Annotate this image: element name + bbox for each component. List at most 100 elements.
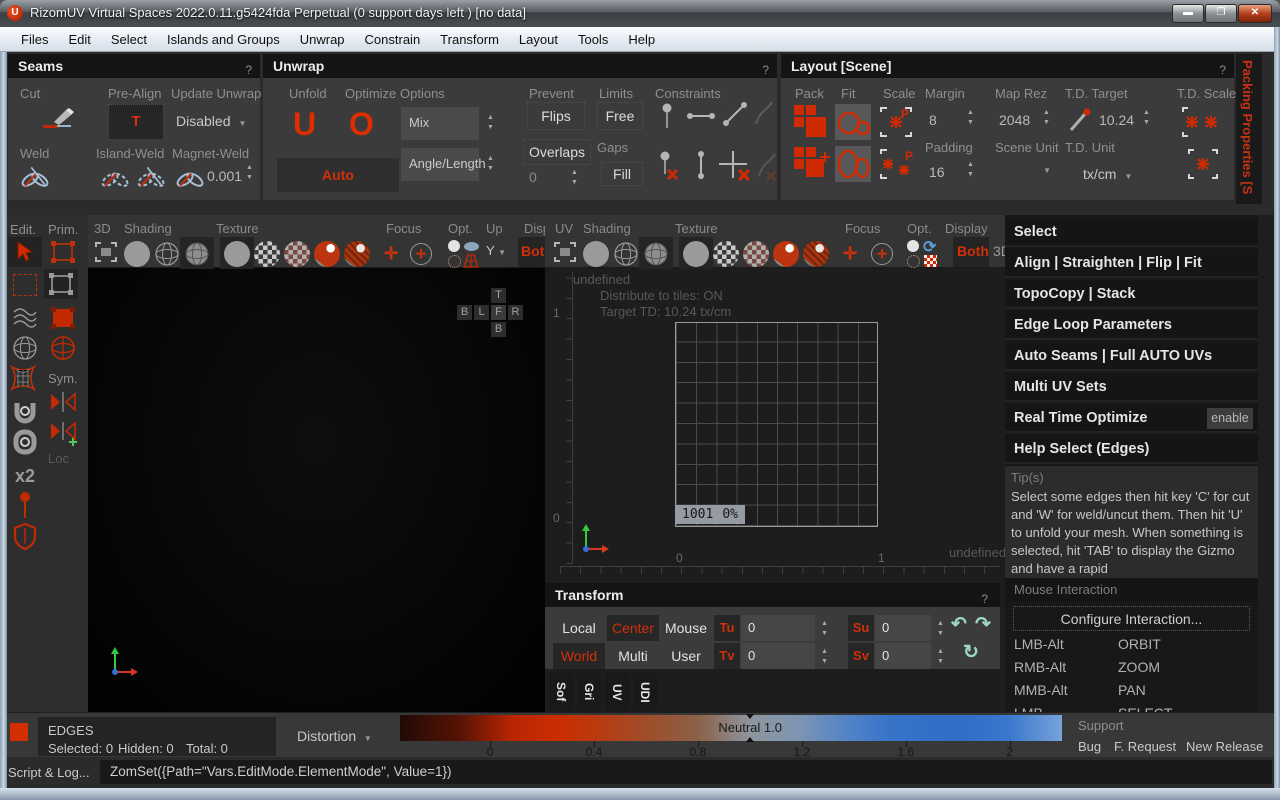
- td-scale-alt-icon[interactable]: [1185, 146, 1221, 182]
- shading-flat-icon[interactable]: [124, 241, 150, 267]
- maximize-view-icon[interactable]: [553, 241, 577, 263]
- diagonal-constraint-icon[interactable]: [719, 98, 751, 130]
- dotted-sphere-icon[interactable]: [907, 255, 920, 268]
- overlaps-spinner[interactable]: ▲▼: [571, 169, 578, 186]
- flips-button[interactable]: Flips: [527, 102, 585, 130]
- viewcube-right[interactable]: R: [508, 305, 523, 320]
- weld-scissors-icon[interactable]: [18, 160, 52, 192]
- section-select[interactable]: Select: [1005, 218, 1258, 247]
- viewport-uv[interactable]: UV Shading Texture Focus Opt. Display ✛ …: [545, 215, 1005, 712]
- map-rez-value[interactable]: 2048: [999, 112, 1030, 128]
- edge-constraint-icon[interactable]: [685, 100, 717, 132]
- sv-input[interactable]: 0: [875, 643, 931, 669]
- redo-icon[interactable]: ↷: [975, 613, 991, 636]
- sync-icon[interactable]: ⟳: [923, 237, 936, 257]
- prim-filled-rect-tool[interactable]: [46, 303, 80, 333]
- undo-icon[interactable]: ↶: [951, 613, 967, 636]
- su-spinner[interactable]: ▲▼: [937, 620, 944, 637]
- new-release-link[interactable]: New Release: [1186, 739, 1263, 754]
- magnet-weld-value[interactable]: 0.001: [207, 168, 242, 184]
- hook-constraint-icon[interactable]: [751, 98, 777, 130]
- section-topocopy-stack[interactable]: TopoCopy | Stack: [1005, 280, 1258, 309]
- td-picker-icon[interactable]: [1067, 106, 1093, 134]
- map-rez-spinner[interactable]: ▲▼: [1043, 109, 1050, 126]
- sv-chip[interactable]: Sv: [848, 643, 874, 669]
- viewcube-bottom[interactable]: B: [491, 322, 506, 337]
- distortion-dropdown[interactable]: Distortion ▼: [297, 728, 372, 744]
- packing-properties-tab[interactable]: Packing Properties [S: [1236, 54, 1262, 204]
- cut-knife-icon[interactable]: [38, 106, 78, 134]
- clamp-open-tool[interactable]: [8, 397, 42, 427]
- margin-value[interactable]: 8: [929, 112, 937, 128]
- red-checker-icon[interactable]: [924, 255, 937, 267]
- mode-color-swatch[interactable]: [10, 723, 28, 741]
- island-weld-icon[interactable]: [98, 160, 132, 192]
- texture-image-icon[interactable]: [773, 241, 799, 267]
- viewcube-left[interactable]: L: [474, 305, 489, 320]
- symmetry-local-tool[interactable]: [46, 419, 80, 449]
- pivot-mouse-button[interactable]: Mouse: [660, 615, 712, 641]
- bug-link[interactable]: Bug: [1078, 739, 1101, 754]
- mix-select[interactable]: Mix: [401, 107, 479, 140]
- udim-tile-grid[interactable]: [675, 322, 878, 527]
- light-icon[interactable]: [907, 240, 919, 252]
- menu-transform[interactable]: Transform: [431, 30, 508, 49]
- pre-align-button[interactable]: T: [108, 104, 164, 140]
- magnet-weld-spinner[interactable]: ▲▼: [246, 164, 253, 181]
- help-icon[interactable]: ?: [762, 58, 769, 82]
- pack-button-icon[interactable]: [793, 104, 827, 138]
- prim-rect-outline-tool[interactable]: [46, 237, 80, 267]
- configure-interaction-button[interactable]: Configure Interaction...: [1013, 606, 1250, 631]
- tu-input[interactable]: 0: [741, 615, 815, 641]
- menu-constrain[interactable]: Constrain: [356, 30, 430, 49]
- texture-none-icon[interactable]: [683, 241, 709, 267]
- marquee-select-tool[interactable]: [8, 270, 42, 300]
- viewcube-back[interactable]: B: [457, 305, 472, 320]
- texture-checker-icon[interactable]: [254, 241, 280, 267]
- maximize-button[interactable]: ❐: [1205, 4, 1237, 23]
- feature-request-link[interactable]: F. Request: [1114, 739, 1176, 754]
- viewcube-front[interactable]: F: [491, 305, 506, 320]
- dotted-sphere-icon[interactable]: [448, 255, 461, 268]
- distortion-colormap[interactable]: Neutral 1.0: [400, 715, 1062, 741]
- fill-button[interactable]: Fill: [601, 162, 643, 186]
- help-icon[interactable]: ?: [1219, 58, 1226, 82]
- script-command-input[interactable]: ZomSet({Path="Vars.EditMode.ElementMode"…: [100, 760, 1272, 784]
- double-tool[interactable]: x2: [8, 461, 42, 491]
- display-mode-value[interactable]: Both: [957, 243, 989, 259]
- menu-edit[interactable]: Edit: [59, 30, 99, 49]
- section-multi-uv-sets[interactable]: Multi UV Sets: [1005, 373, 1258, 402]
- unwrap-panel-header[interactable]: Unwrap?: [263, 54, 777, 78]
- fit-circles-icon[interactable]: [835, 104, 871, 140]
- clamp-closed-tool[interactable]: [8, 427, 42, 457]
- display-mode-value[interactable]: Both: [521, 243, 545, 259]
- focus-all-icon[interactable]: ✛: [871, 243, 893, 265]
- tab-grid[interactable]: Gri: [577, 673, 601, 711]
- prim-sphere-tool[interactable]: [46, 333, 80, 363]
- section-real-time-optimize[interactable]: Real Time Optimizeenable: [1005, 404, 1258, 433]
- section-edge-loop-parameters[interactable]: Edge Loop Parameters: [1005, 311, 1258, 340]
- texture-image-wire-icon[interactable]: [344, 241, 370, 267]
- pinch-net-tool[interactable]: [6, 363, 40, 393]
- menu-files[interactable]: Files: [12, 30, 57, 49]
- su-input[interactable]: 0: [875, 615, 931, 641]
- display-mode-3d[interactable]: 3D: [993, 243, 1005, 259]
- padding-spinner[interactable]: ▲▼: [967, 161, 974, 178]
- cage-icon[interactable]: [463, 254, 479, 268]
- auto-button[interactable]: Auto: [277, 158, 399, 192]
- method-spinner[interactable]: ▲▼: [487, 155, 494, 172]
- section-align-straighten-flip-fit[interactable]: Align | Straighten | Flip | Fit: [1005, 249, 1258, 278]
- viewport-3d[interactable]: 3D Shading Texture Focus Opt. Up Display…: [88, 215, 545, 712]
- section-help-select-edges[interactable]: Help Select (Edges): [1005, 435, 1258, 464]
- padding-value[interactable]: 16: [929, 164, 945, 180]
- margin-spinner[interactable]: ▲▼: [967, 109, 974, 126]
- magnet-weld-icon[interactable]: [174, 160, 206, 192]
- td-target-spinner[interactable]: ▲▼: [1143, 109, 1150, 126]
- pin-tool[interactable]: [8, 491, 42, 521]
- pin-remove-icon[interactable]: [653, 148, 683, 184]
- select-cursor-tool[interactable]: [8, 237, 42, 267]
- texture-grid-icon[interactable]: [284, 241, 310, 267]
- pivot-center-button[interactable]: Center: [607, 615, 659, 641]
- pivot-multi-button[interactable]: Multi: [607, 643, 659, 669]
- mouse-interaction-header[interactable]: Mouse Interaction: [1005, 578, 1258, 602]
